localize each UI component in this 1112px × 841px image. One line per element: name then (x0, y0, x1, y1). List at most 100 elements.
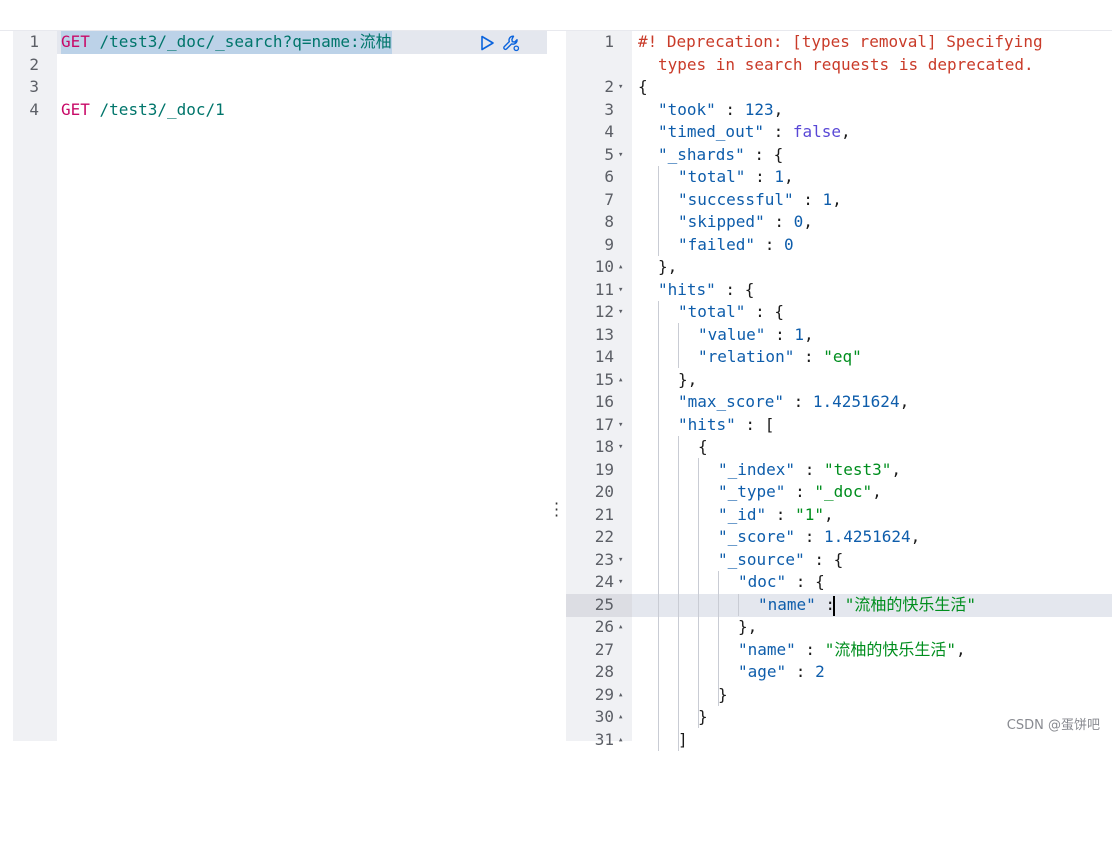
request-line[interactable]: 3 (13, 76, 547, 99)
json-key: "value" (698, 325, 765, 344)
json-key: "failed" (678, 235, 755, 254)
request-path: /test3/_doc/_search?q=name:流柚 (90, 32, 392, 51)
json-value: false (793, 122, 841, 141)
response-line-active: 25 "name" : "流柚的快乐生活" (566, 594, 1112, 617)
json-value: 2 (815, 662, 825, 681)
line-number: 22 (566, 526, 614, 549)
response-line: 7 "successful" : 1, (566, 189, 1112, 212)
text-cursor (833, 596, 835, 616)
json-key: "successful" (678, 190, 794, 209)
response-line: 29 ▴ } (566, 684, 1112, 707)
fold-toggle-icon[interactable]: ▴ (618, 369, 623, 392)
json-brace: }, (738, 616, 757, 639)
json-key: "max_score" (678, 392, 784, 411)
json-brace: { (698, 436, 708, 459)
response-line: 17 ▾ "hits" : [ (566, 414, 1112, 437)
deprecation-warning-cont: types in search requests is deprecated. (658, 54, 1034, 77)
response-line: 22 "_score" : 1.4251624, (566, 526, 1112, 549)
json-value: 1.4251624 (813, 392, 900, 411)
fold-toggle-icon[interactable]: ▴ (618, 706, 623, 729)
response-line: 13 "value" : 1, (566, 324, 1112, 347)
fold-toggle-icon[interactable]: ▴ (618, 256, 623, 279)
wrench-icon[interactable] (502, 34, 520, 52)
fold-toggle-icon[interactable]: ▾ (618, 571, 623, 594)
response-line: 18 ▾ { (566, 436, 1112, 459)
json-value: "流柚的快乐生活" (845, 595, 976, 614)
json-value: "test3" (824, 460, 891, 479)
json-value: 123 (745, 100, 774, 119)
line-number: 25 (566, 594, 614, 617)
json-key: "age" (738, 662, 786, 681)
request-editor[interactable]: 1 GET /test3/_doc/_search?q=name:流柚 2 3 … (13, 31, 547, 741)
line-number: 19 (566, 459, 614, 482)
response-line: types in search requests is deprecated. (566, 54, 1112, 77)
fold-toggle-icon[interactable]: ▴ (618, 729, 623, 752)
pane-resizer[interactable]: ··· (547, 31, 566, 741)
line-number: 5 (566, 144, 614, 167)
line-number: 26 (566, 616, 614, 639)
fold-toggle-icon[interactable]: ▴ (618, 684, 623, 707)
response-line: 24 ▾ "doc" : { (566, 571, 1112, 594)
json-value: "1" (795, 505, 824, 524)
line-number: 1 (566, 31, 614, 54)
json-key: "name" (738, 640, 796, 659)
json-value: "流柚的快乐生活" (825, 640, 956, 659)
response-line: 20 "_type" : "_doc", (566, 481, 1112, 504)
play-icon[interactable] (478, 34, 496, 52)
http-method: GET (61, 32, 90, 51)
fold-toggle-icon[interactable]: ▾ (618, 549, 623, 572)
json-key: "_id" (718, 505, 766, 524)
request-line[interactable]: 4 GET /test3/_doc/1 (13, 99, 547, 122)
json-key: "took" (658, 100, 716, 119)
json-key: "_type" (718, 482, 785, 501)
request-line[interactable]: 1 GET /test3/_doc/_search?q=name:流柚 (13, 31, 547, 54)
fold-toggle-icon[interactable]: ▾ (618, 76, 623, 99)
response-line: 14 "relation" : "eq" (566, 346, 1112, 369)
json-value: 0 (794, 212, 804, 231)
fold-toggle-icon[interactable]: ▾ (618, 436, 623, 459)
json-key: "total" (678, 167, 745, 186)
line-number: 9 (566, 234, 614, 257)
response-line: 11 ▾ "hits" : { (566, 279, 1112, 302)
line-number: 29 (566, 684, 614, 707)
json-value: 0 (784, 235, 794, 254)
watermark: CSDN @蛋饼吧 (1007, 714, 1100, 733)
response-line: 23 ▾ "_source" : { (566, 549, 1112, 572)
line-number: 27 (566, 639, 614, 662)
json-value: 1.4251624 (824, 527, 911, 546)
request-line[interactable]: 2 (13, 54, 547, 77)
json-key: "relation" (698, 347, 794, 366)
response-line: 26 ▴ }, (566, 616, 1112, 639)
json-value: "eq" (823, 347, 862, 366)
json-key: "hits" (658, 280, 716, 299)
fold-toggle-icon[interactable]: ▾ (618, 414, 623, 437)
line-number: 30 (566, 706, 614, 729)
line-number: 2 (566, 76, 614, 99)
json-value: 1 (823, 190, 833, 209)
line-number: 3 (13, 76, 39, 99)
fold-toggle-icon[interactable]: ▴ (618, 616, 623, 639)
fold-toggle-icon[interactable]: ▾ (618, 279, 623, 302)
json-brace: }, (678, 369, 697, 392)
response-line: 8 "skipped" : 0, (566, 211, 1112, 234)
response-line: 2 ▾ { (566, 76, 1112, 99)
line-number: 16 (566, 391, 614, 414)
json-key: "timed_out" (658, 122, 764, 141)
response-line: 6 "total" : 1, (566, 166, 1112, 189)
line-number: 8 (566, 211, 614, 234)
json-brace: } (698, 706, 708, 729)
response-viewer[interactable]: 1 #! Deprecation: [types removal] Specif… (566, 31, 1112, 741)
line-number: 12 (566, 301, 614, 324)
response-line: 27 "name" : "流柚的快乐生活", (566, 639, 1112, 662)
fold-toggle-icon[interactable]: ▾ (618, 301, 623, 324)
line-number: 17 (566, 414, 614, 437)
line-number: 10 (566, 256, 614, 279)
fold-toggle-icon[interactable]: ▾ (618, 144, 623, 167)
response-line: 3 "took" : 123, (566, 99, 1112, 122)
response-line: 9 "failed" : 0 (566, 234, 1112, 257)
json-key: "total" (678, 302, 745, 321)
drag-handle-icon[interactable]: ··· (554, 501, 559, 519)
json-key: "hits" (678, 415, 736, 434)
line-number: 4 (13, 99, 39, 122)
request-path: /test3/_doc/1 (90, 100, 225, 119)
